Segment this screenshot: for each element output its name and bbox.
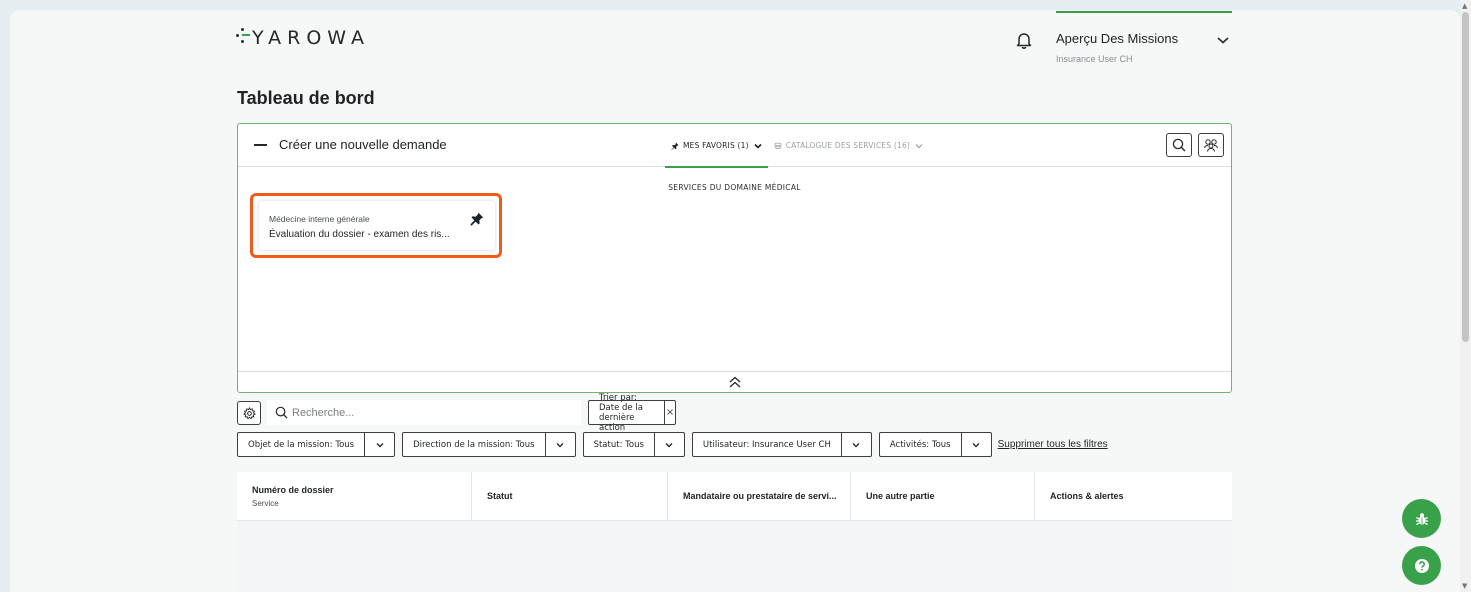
column-subtitle: Service: [252, 499, 279, 508]
pin-icon: [671, 141, 679, 150]
favorite-service-card[interactable]: Médecine interne générale Évaluation du …: [250, 193, 502, 258]
logo-text: YAROWA: [252, 27, 371, 49]
filter-mission-direction[interactable]: Direction de la mission: Tous: [402, 432, 576, 457]
user-role: Insurance User CH: [1056, 54, 1133, 64]
panel-collapse-bar[interactable]: [238, 371, 1231, 392]
column-file-number[interactable]: Numéro de dossier Service: [237, 472, 472, 521]
search-button[interactable]: [1166, 133, 1192, 157]
filter-dropdown-button[interactable]: [842, 433, 871, 456]
tab-service-catalog[interactable]: CATALOGUE DES SERVICES (16): [768, 124, 929, 167]
service-name: Évaluation du dossier - examen des ris..…: [269, 229, 450, 240]
report-bug-button[interactable]: [1402, 499, 1441, 538]
column-other-party[interactable]: Une autre partie: [851, 472, 1035, 521]
chevron-down-icon: [376, 442, 384, 447]
table-header: Numéro de dossier Service Statut Mandata…: [237, 472, 1232, 521]
column-status[interactable]: Statut: [472, 472, 668, 521]
filter-dropdown-button[interactable]: [365, 433, 394, 456]
minus-icon[interactable]: [254, 144, 267, 146]
chevron-down-icon: [556, 442, 564, 447]
column-actions-alerts[interactable]: Actions & alertes: [1035, 472, 1232, 521]
chevron-down-icon: [915, 143, 923, 148]
active-indicator: [1056, 11, 1232, 13]
tab-favorites[interactable]: MES FAVORIS (1): [665, 124, 768, 168]
pin-icon[interactable]: [470, 212, 484, 226]
filter-activities[interactable]: Activités: Tous: [878, 432, 992, 457]
bell-icon[interactable]: [1016, 31, 1032, 49]
filter-status[interactable]: Statut: Tous: [582, 432, 685, 457]
create-request-panel: Créer une nouvelle demande MES FAVORIS (…: [237, 123, 1232, 393]
tab-catalog-label: CATALOGUE DES SERVICES (16): [785, 141, 911, 150]
sort-label[interactable]: Trier par: Date de la dernière action: [589, 393, 665, 433]
help-icon: [1414, 558, 1429, 573]
stack-icon: [774, 142, 782, 149]
chevron-down-icon[interactable]: [1216, 35, 1230, 45]
scrollbar[interactable]: ▲ ▼: [1460, 0, 1471, 592]
filter-label[interactable]: Statut: Tous: [584, 433, 655, 456]
gear-icon: [242, 406, 256, 419]
chevron-down-icon: [852, 442, 860, 447]
page-title: Tableau de bord: [237, 88, 375, 108]
search-input[interactable]: [292, 406, 572, 419]
chevron-down-icon: [972, 442, 980, 447]
panel-header: Créer une nouvelle demande MES FAVORIS (…: [238, 124, 1231, 168]
filter-dropdown-button[interactable]: [962, 433, 991, 456]
scroll-down-icon[interactable]: ▼: [1462, 582, 1467, 590]
table-body: [237, 521, 1232, 592]
clear-sort-button[interactable]: ×: [665, 401, 676, 424]
column-title: Une autre partie: [866, 491, 935, 501]
scroll-up-icon[interactable]: ▲: [1462, 2, 1467, 10]
search-field[interactable]: [267, 400, 581, 425]
filter-dropdown-button[interactable]: [655, 433, 684, 456]
mission-overview-menu[interactable]: Aperçu Des Missions Insurance User CH: [1016, 11, 1232, 67]
filter-dropdown-button[interactable]: [546, 433, 575, 456]
clear-all-filters-link[interactable]: Supprimer tous les filtres: [998, 439, 1108, 450]
column-title: Statut: [487, 491, 513, 501]
service-category: Médecine interne générale: [269, 214, 370, 224]
column-title: Actions & alertes: [1050, 491, 1124, 501]
filter-label[interactable]: Activités: Tous: [880, 433, 962, 456]
yarowa-logo[interactable]: YAROWA: [236, 27, 370, 49]
filter-label[interactable]: Utilisateur: Insurance User CH: [693, 433, 842, 456]
group-icon: [1204, 139, 1218, 152]
search-icon: [275, 406, 288, 419]
sort-control[interactable]: Trier par: Date de la dernière action ×: [588, 393, 677, 433]
column-provider[interactable]: Mandataire ou prestataire de servi...: [668, 472, 851, 521]
bug-icon: [1415, 512, 1428, 525]
people-button[interactable]: [1198, 133, 1224, 157]
missions-table: Numéro de dossier Service Statut Mandata…: [237, 472, 1232, 592]
menu-title[interactable]: Aperçu Des Missions: [1056, 31, 1178, 46]
tab-favorites-label: MES FAVORIS (1): [683, 141, 749, 150]
column-title: Numéro de dossier: [252, 485, 334, 495]
section-label: SERVICES DU DOMAINE MÉDICAL: [668, 183, 801, 192]
filter-label[interactable]: Objet de la mission: Tous: [238, 433, 366, 456]
filter-mission-object[interactable]: Objet de la mission: Tous: [237, 432, 396, 457]
panel-tabs: MES FAVORIS (1) CATALOGUE DES SERVICES (…: [665, 124, 929, 168]
search-icon: [1172, 138, 1186, 152]
chevron-down-icon: [665, 442, 673, 447]
help-button[interactable]: [1402, 546, 1441, 585]
filter-bar: Objet de la mission: Tous Direction de l…: [237, 432, 1108, 457]
panel-title[interactable]: Créer une nouvelle demande: [279, 137, 447, 152]
chevron-down-icon: [754, 143, 762, 149]
logo-mark-icon: [236, 27, 250, 49]
scrollbar-thumb[interactable]: [1462, 12, 1469, 342]
filter-user[interactable]: Utilisateur: Insurance User CH: [691, 432, 872, 457]
double-chevron-up-icon[interactable]: [728, 375, 742, 389]
column-title: Mandataire ou prestataire de servi...: [683, 491, 837, 501]
favorite-card-inner[interactable]: Médecine interne générale Évaluation du …: [259, 201, 495, 250]
settings-button[interactable]: [237, 401, 261, 425]
filter-label[interactable]: Direction de la mission: Tous: [403, 433, 546, 456]
